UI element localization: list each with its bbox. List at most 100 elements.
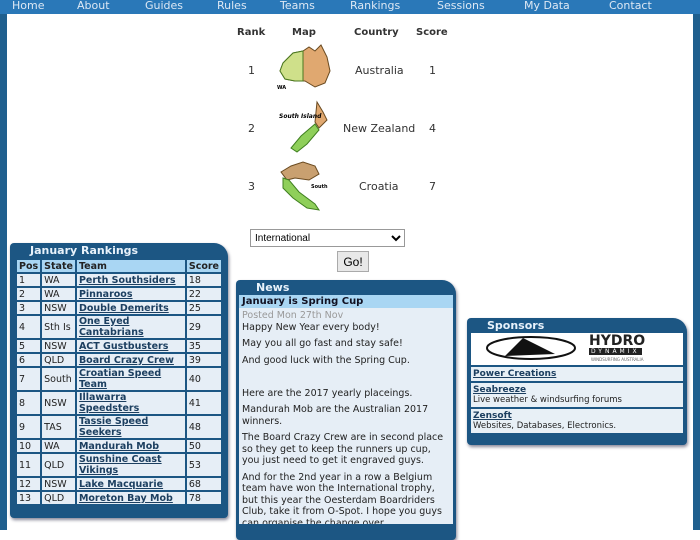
go-button[interactable]: Go! [337,251,369,272]
cell-score: 25 [184,300,224,316]
nav-rankings[interactable]: Rankings [350,0,400,12]
posted-date: Posted Mon 27th Nov [242,310,344,321]
team-link[interactable]: Tassie Speed Seekers [79,416,148,438]
nav-rules[interactable]: Rules [217,0,247,12]
table-row: 10 WA Mandurah Mob 50 [14,438,224,454]
team-link[interactable]: Moreton Bay Mob [79,493,173,504]
col-pos: Pos [14,258,43,274]
australia-map-icon: WA [277,44,331,91]
nav-home[interactable]: Home [12,0,44,12]
nav-guides[interactable]: Guides [145,0,183,12]
sponsor-link[interactable]: Seabreeze [473,385,526,395]
cell-pos: 6 [14,352,43,368]
nav-contact[interactable]: Contact [609,0,652,12]
nav-teams[interactable]: Teams [280,0,315,12]
ranking-type-select[interactable]: International [250,229,405,247]
sponsor-power-creations: Power Creations [471,367,683,383]
cell-pos: 2 [14,286,43,302]
table-row: 3 NSW Double Demerits 25 [14,300,224,316]
cell-pos: 11 [14,452,43,478]
cell-state: QLD [40,352,77,368]
table-row: 1 WA Perth Southsiders 18 [14,272,224,288]
cell-state: TAS [40,414,77,440]
news-paragraph: Mandurah Mob are the Australian 2017 win… [242,404,429,427]
cell-score: 48 [184,414,224,440]
team-link[interactable]: Lake Macquarie [79,479,163,490]
table-row: 12 NSW Lake Macquarie 68 [14,476,224,492]
team-link[interactable]: Sunshine Coast Vikings [79,454,162,476]
team-link[interactable]: Pinnaroos [79,289,133,300]
team-link[interactable]: Mandurah Mob [79,441,159,452]
panel-title: Sponsors [487,319,545,332]
cell-score: 41 [184,390,224,416]
cell-score: 78 [184,490,224,506]
table-row: 7 South Croatian Speed Team 40 [14,366,224,392]
cell-pos: 4 [14,314,43,340]
news-paragraph: Happy New Year every body! [242,321,380,333]
cell-score: 68 [184,476,224,492]
sponsor-description: Live weather & windsurfing forums [473,395,622,405]
cell-team: One Eyed Cantabrians [74,314,187,340]
team-link[interactable]: One Eyed Cantabrians [79,316,144,338]
cell-state: NSW [40,476,77,492]
team-link[interactable]: ACT Gustbusters [79,341,168,352]
nav-about[interactable]: About [77,0,110,12]
panel-title: News [256,281,290,294]
january-rankings-panel: January Rankings Pos State Team Score 1W… [10,243,228,518]
sponsors-panel: Sponsors HYDRO DYNAMIX WINDSURFING AUSTR… [467,318,687,445]
team-link[interactable]: Double Demerits [79,303,169,314]
cell-pos: 10 [14,438,43,454]
team-link[interactable]: Board Crazy Crew [79,355,174,366]
sponsor-link[interactable]: Power Creations [473,369,556,379]
cell-team: Double Demerits [74,300,187,316]
score-value: 7 [429,180,436,193]
logo-text: WINDSURFING AUSTRALIA [591,357,644,362]
cell-score: 29 [184,314,224,340]
cell-score: 40 [184,366,224,392]
cell-state: WA [40,438,77,454]
col-score: Score [184,258,224,274]
table-row: 8 NSW Illawarra Speedsters 41 [14,390,224,416]
cell-pos: 3 [14,300,43,316]
main-nav: Home About Guides Rules Teams Rankings S… [0,0,700,14]
cell-team: Croatian Speed Team [74,366,187,392]
team-link[interactable]: Perth Southsiders [79,275,176,286]
cell-team: Mandurah Mob [74,438,187,454]
table-row: 2 WA Pinnaroos 22 [14,286,224,302]
team-link[interactable]: Illawarra Speedsters [79,392,139,414]
country-name: New Zealand [343,122,416,135]
sponsor-description: Websites, Databases, Electronics. [473,421,617,431]
cell-team: Moreton Bay Mob [74,490,187,506]
nav-sessions[interactable]: Sessions [437,0,485,12]
cell-state: WA [40,286,77,302]
team-link[interactable]: Croatian Speed Team [79,368,161,390]
cell-state: NSW [40,300,77,316]
cell-score: 22 [184,286,224,302]
cell-pos: 9 [14,414,43,440]
hydro-dynamix-logo[interactable]: HYDRO DYNAMIX WINDSURFING AUSTRALIA [471,333,683,367]
news-paragraph: Here are the 2017 yearly placeings. [242,387,413,399]
cell-score: 39 [184,352,224,368]
cell-team: Pinnaroos [74,286,187,302]
map-label: South [311,184,328,190]
news-paragraph: And good luck with the Spring Cup. [242,354,410,366]
map-label: WA [277,85,286,91]
rank-value: 2 [248,122,255,135]
cell-state: QLD [40,490,77,506]
table-row: 9 TAS Tassie Speed Seekers 48 [14,414,224,440]
rankings-table: Pos State Team Score 1 WA Perth Southsider… [14,258,224,506]
col-team: Team [74,258,187,274]
news-paragraph: May you all go fast and stay safe! [242,338,403,349]
sponsor-zensoft: Zensoft Websites, Databases, Electronics. [471,409,683,435]
cell-team: Lake Macquarie [74,476,187,492]
table-row: 5 NSW ACT Gustbusters 35 [14,338,224,354]
panel-title: January Rankings [30,244,139,257]
sponsor-link[interactable]: Zensoft [473,411,512,421]
cell-state: NSW [40,338,77,354]
table-row: 11 QLD Sunshine Coast Vikings 53 [14,452,224,478]
cell-team: Illawarra Speedsters [74,390,187,416]
cell-team: Board Crazy Crew [74,352,187,368]
nav-my-data[interactable]: My Data [524,0,570,12]
logo-text: DYNAMIX [589,348,642,355]
country-name: Australia [355,64,404,77]
